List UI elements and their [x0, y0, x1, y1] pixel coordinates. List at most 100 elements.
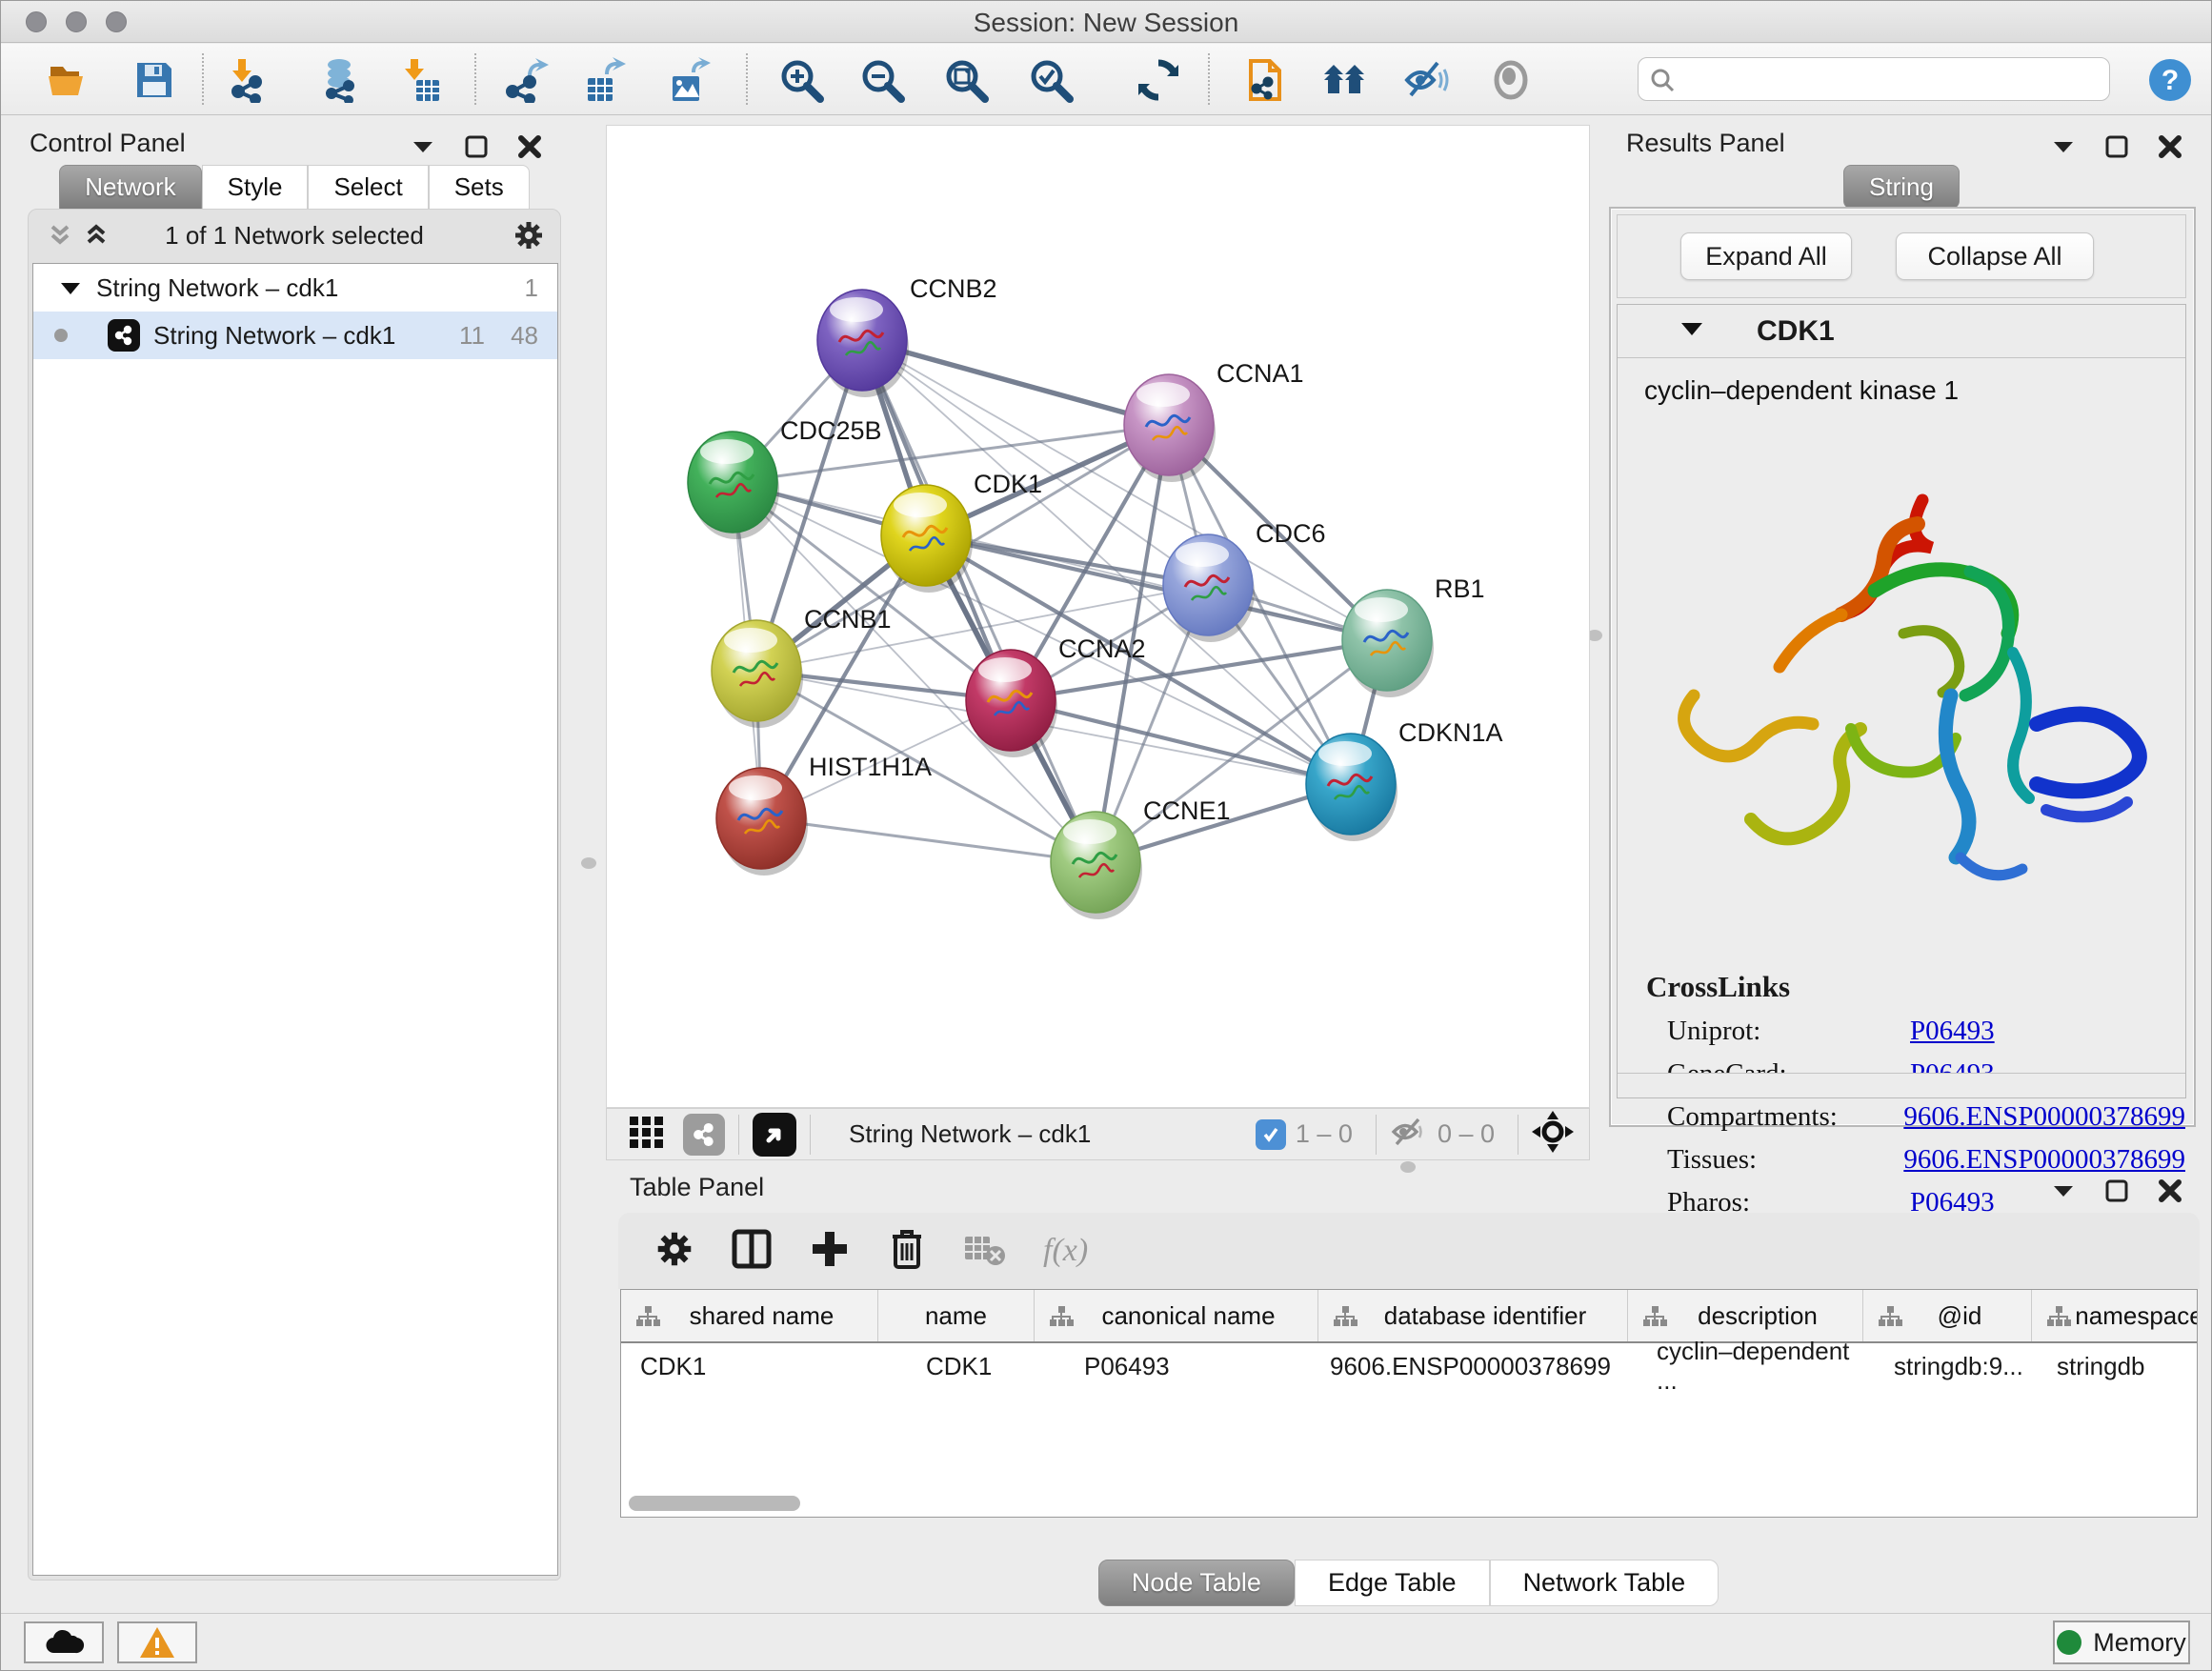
float-panel-icon[interactable]: [2102, 1177, 2131, 1205]
zoom-fit-icon[interactable]: [943, 57, 989, 103]
panel-menu-icon[interactable]: [409, 132, 437, 161]
tab-edge-table[interactable]: Edge Table: [1295, 1560, 1490, 1606]
table-panel: Table Panel f(x) shared nam: [615, 1171, 2202, 1611]
network-node-CCNA2[interactable]: [966, 650, 1056, 751]
tab-style[interactable]: Style: [202, 165, 309, 209]
table-horizontal-scrollbar[interactable]: [629, 1496, 800, 1511]
collection-count: 1: [525, 273, 538, 303]
search-box: [1638, 57, 2110, 101]
network-node-CCNB2[interactable]: [817, 290, 907, 391]
crosslink-link[interactable]: P06493: [1910, 1016, 1995, 1047]
zoom-out-icon[interactable]: [859, 57, 905, 103]
open-session-icon[interactable]: [45, 57, 90, 103]
cell-canonical-name[interactable]: P06493: [1035, 1345, 1318, 1387]
crosslink-link[interactable]: 9606.ENSP00000378699: [1903, 1101, 2185, 1133]
network-view-canvas[interactable]: CCNB2CCNA1CDC25BCDK1CDC6RB1CCNB1CCNA2CDK…: [606, 125, 1590, 1108]
column-header-canonical-name[interactable]: canonical name: [1035, 1290, 1318, 1341]
left-splitter-handle[interactable]: [581, 857, 596, 869]
table-toolbar: f(x): [618, 1213, 2200, 1289]
expand-all-button[interactable]: Expand All: [1680, 232, 1852, 280]
collection-expand-arrow-icon[interactable]: [60, 273, 81, 303]
zoom-selected-icon[interactable]: [1028, 57, 1074, 103]
collapse-all-button[interactable]: Collapse All: [1896, 232, 2094, 280]
panel-menu-icon[interactable]: [2049, 1177, 2078, 1205]
network-node-CCNB1[interactable]: [712, 620, 801, 721]
table-row[interactable]: CDK1CDK1P064939606.ENSP00000378699cyclin…: [621, 1345, 2198, 1387]
help-icon[interactable]: ?: [2147, 57, 2193, 103]
results-tab-string[interactable]: String: [1843, 165, 1960, 209]
show-columns-icon[interactable]: [731, 1228, 773, 1275]
tab-select[interactable]: Select: [308, 165, 428, 209]
pan-network-icon[interactable]: [1532, 1111, 1574, 1158]
tab-node-table[interactable]: Node Table: [1098, 1560, 1295, 1606]
column-header-shared-name[interactable]: shared name: [621, 1290, 878, 1341]
import-network-database-icon[interactable]: [316, 57, 362, 103]
memory-button[interactable]: Memory: [2053, 1621, 2190, 1664]
close-panel-icon[interactable]: [2156, 132, 2184, 161]
column-header-namespace[interactable]: namespace: [2032, 1290, 2198, 1341]
close-panel-icon[interactable]: [515, 132, 544, 161]
results-horizontal-scrollbar[interactable]: [1618, 1073, 2185, 1097]
table-panel-title: Table Panel: [630, 1173, 764, 1202]
show-panel-eye-icon[interactable]: [1488, 57, 1534, 103]
column-header-description[interactable]: description: [1628, 1290, 1863, 1341]
hide-panel-eye-icon[interactable]: [1403, 57, 1449, 103]
warning-status-button[interactable]: [117, 1621, 197, 1663]
network-node-CDKN1A[interactable]: [1306, 734, 1396, 835]
tab-network-table[interactable]: Network Table: [1490, 1560, 1719, 1606]
collection-name: String Network – cdk1: [96, 273, 338, 303]
network-node-CCNA1[interactable]: [1124, 374, 1214, 475]
network-list: String Network – cdk1 1 String Network –…: [32, 263, 558, 1576]
tab-network[interactable]: Network: [59, 165, 201, 209]
import-network-icon[interactable]: [225, 57, 271, 103]
delete-column-trash-icon[interactable]: [887, 1227, 927, 1276]
home-icon[interactable]: [1322, 57, 1368, 103]
network-node-CDC25B[interactable]: [688, 432, 777, 533]
cell-name[interactable]: CDK1: [878, 1345, 1035, 1387]
network-node-RB1[interactable]: [1342, 590, 1432, 691]
search-input[interactable]: [1680, 62, 2100, 96]
node-label-CCNE1: CCNE1: [1143, 796, 1231, 825]
save-session-icon[interactable]: [131, 57, 177, 103]
network-node-CDK1[interactable]: [881, 485, 971, 586]
column-header-@id[interactable]: @id: [1863, 1290, 2032, 1341]
import-table-icon[interactable]: [397, 57, 443, 103]
export-network-icon[interactable]: [503, 57, 549, 103]
network-node-HIST1H1A[interactable]: [716, 768, 806, 869]
share-document-icon[interactable]: [1241, 57, 1287, 103]
table-settings-gear-icon[interactable]: [654, 1229, 694, 1274]
refresh-icon[interactable]: [1136, 57, 1181, 103]
float-panel-icon[interactable]: [462, 132, 491, 161]
tab-sets[interactable]: Sets: [429, 165, 530, 209]
column-header-name[interactable]: name: [878, 1290, 1035, 1341]
network-selection-summary: 1 of 1 Network selected: [29, 221, 560, 251]
cell-@id[interactable]: stringdb:9...: [1863, 1345, 2032, 1387]
zoom-in-icon[interactable]: [778, 57, 824, 103]
crosslink-label: Compartments:: [1667, 1101, 1903, 1133]
network-node-CCNE1[interactable]: [1051, 812, 1140, 913]
network-node-CDC6[interactable]: [1163, 534, 1253, 635]
cell-shared-name[interactable]: CDK1: [621, 1345, 878, 1387]
network-share-view-icon[interactable]: [683, 1114, 725, 1156]
column-header-database-identifier[interactable]: database identifier: [1318, 1290, 1628, 1341]
gear-icon[interactable]: [513, 219, 545, 256]
result-entry-header[interactable]: CDK1: [1618, 305, 2185, 358]
network-type-icon: [108, 319, 140, 352]
export-image-icon[interactable]: [665, 57, 711, 103]
entry-collapse-arrow-icon[interactable]: [1680, 321, 1703, 342]
birds-eye-view-icon[interactable]: [753, 1113, 796, 1157]
selected-nodes-checkbox-icon[interactable]: [1256, 1119, 1286, 1150]
cell-description[interactable]: cyclin–dependent ...: [1628, 1345, 1863, 1387]
cloud-status-button[interactable]: [24, 1621, 104, 1663]
close-panel-icon[interactable]: [2156, 1177, 2184, 1205]
export-table-icon[interactable]: [580, 57, 626, 103]
float-panel-icon[interactable]: [2102, 132, 2131, 161]
grid-view-icon[interactable]: [628, 1113, 666, 1156]
network-collection-row[interactable]: String Network – cdk1 1: [33, 264, 557, 312]
network-edge-count: 48: [511, 321, 538, 351]
add-column-icon[interactable]: [809, 1228, 851, 1275]
cell-namespace[interactable]: stringdb: [2032, 1345, 2198, 1387]
panel-menu-icon[interactable]: [2049, 132, 2078, 161]
cell-database-identifier[interactable]: 9606.ENSP00000378699: [1318, 1345, 1628, 1387]
network-row-selected[interactable]: String Network – cdk1 11 48: [33, 312, 557, 359]
